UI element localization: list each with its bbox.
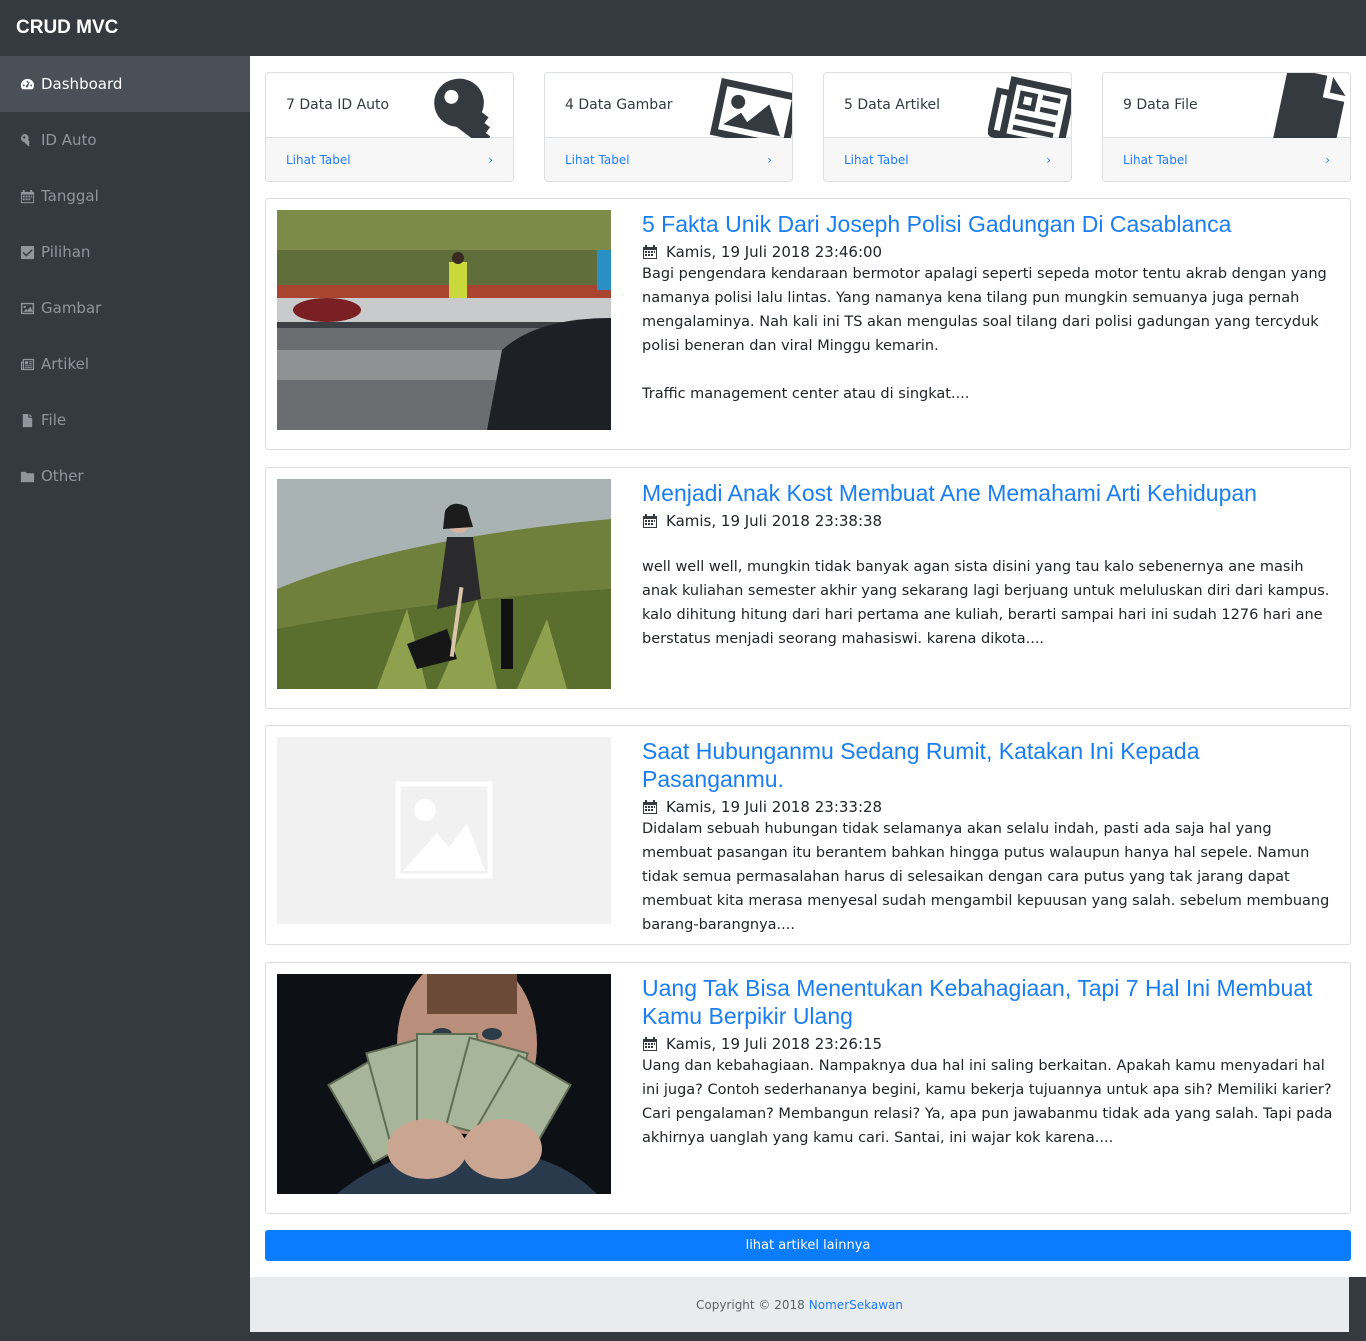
article-date: Kamis, 19 Juli 2018 23:26:15 bbox=[642, 1035, 1338, 1053]
sidebar-item-label: File bbox=[41, 411, 67, 429]
sidebar-item-id-auto[interactable]: ID Auto bbox=[0, 112, 250, 168]
card-title: 7 Data ID Auto bbox=[286, 97, 390, 113]
sidebar-item-artikel[interactable]: Artikel bbox=[0, 336, 250, 392]
file-icon bbox=[18, 412, 36, 428]
card-link[interactable]: Lihat Tabel › bbox=[1103, 138, 1350, 181]
sidebar-item-label: Other bbox=[41, 467, 84, 485]
card-title: 9 Data File bbox=[1123, 97, 1198, 113]
sidebar-item-label: Dashboard bbox=[41, 75, 123, 93]
card-link-label: Lihat Tabel bbox=[565, 153, 630, 167]
chevron-right-icon: › bbox=[488, 153, 493, 167]
article-date: Kamis, 19 Juli 2018 23:46:00 bbox=[642, 243, 1338, 261]
article-date-text: Kamis, 19 Juli 2018 23:38:38 bbox=[666, 512, 883, 530]
card-link-label: Lihat Tabel bbox=[286, 153, 351, 167]
footer-copyright: Copyright © 2018 bbox=[695, 1297, 805, 1312]
more-articles-button[interactable]: lihat artikel lainnya bbox=[265, 1230, 1351, 1261]
dashboard-icon bbox=[18, 76, 36, 92]
article-title[interactable]: Menjadi Anak Kost Membuat Ane Memahami A… bbox=[642, 479, 1338, 507]
chevron-right-icon: › bbox=[1325, 153, 1330, 167]
checkbox-icon bbox=[18, 244, 36, 260]
sidebar-item-label: Artikel bbox=[41, 355, 90, 373]
article-date-text: Kamis, 19 Juli 2018 23:26:15 bbox=[666, 1035, 883, 1053]
main-content: 7 Data ID Auto Lihat Tabel › 4 Data Gamb… bbox=[250, 56, 1366, 1277]
sidebar-item-label: Tanggal bbox=[41, 187, 99, 205]
card-link-label: Lihat Tabel bbox=[844, 153, 909, 167]
card-link[interactable]: Lihat Tabel › bbox=[824, 138, 1071, 181]
sidebar-item-tanggal[interactable]: Tanggal bbox=[0, 168, 250, 224]
article-thumbnail[interactable] bbox=[277, 210, 611, 430]
stat-card-id-auto: 7 Data ID Auto Lihat Tabel › bbox=[265, 72, 514, 182]
calendar-icon bbox=[18, 188, 36, 204]
article-thumbnail[interactable] bbox=[277, 737, 611, 924]
article-excerpt: Uang dan kebahagiaan. Nampaknya dua hal … bbox=[642, 1058, 1333, 1146]
chevron-right-icon: › bbox=[1046, 153, 1051, 167]
article-item: 5 Fakta Unik Dari Joseph Polisi Gadungan… bbox=[265, 198, 1351, 450]
article-date: Kamis, 19 Juli 2018 23:38:38 bbox=[642, 512, 1338, 530]
footer: Copyright © 2018 NomerSekawan bbox=[250, 1277, 1349, 1332]
article-thumbnail[interactable] bbox=[277, 479, 611, 689]
image-placeholder-icon bbox=[395, 781, 493, 879]
calendar-icon bbox=[643, 514, 657, 528]
sidebar-item-dashboard[interactable]: Dashboard bbox=[0, 56, 250, 112]
card-link-label: Lihat Tabel bbox=[1123, 153, 1188, 167]
card-link[interactable]: Lihat Tabel › bbox=[266, 138, 513, 181]
top-navbar: CRUD MVC bbox=[0, 0, 1366, 56]
article-item: Menjadi Anak Kost Membuat Ane Memahami A… bbox=[265, 467, 1351, 709]
article-item: Uang Tak Bisa Menentukan Kebahagiaan, Ta… bbox=[265, 962, 1351, 1214]
article-excerpt: well well well, mungkin tidak banyak aga… bbox=[642, 559, 1330, 647]
calendar-icon bbox=[643, 800, 657, 814]
folder-icon bbox=[18, 468, 36, 484]
article-title[interactable]: Saat Hubunganmu Sedang Rumit, Katakan In… bbox=[642, 737, 1338, 793]
stat-card-artikel: 5 Data Artikel Lihat Tabel › bbox=[823, 72, 1072, 182]
calendar-icon bbox=[643, 1037, 657, 1051]
article-thumbnail[interactable] bbox=[277, 974, 611, 1194]
calendar-icon bbox=[643, 245, 657, 259]
stat-card-gambar: 4 Data Gambar Lihat Tabel › bbox=[544, 72, 793, 182]
footer-link[interactable]: NomerSekawan bbox=[809, 1298, 903, 1312]
sidebar-item-label: ID Auto bbox=[41, 131, 97, 149]
sidebar-item-label: Gambar bbox=[41, 299, 102, 317]
sidebar-item-file[interactable]: File bbox=[0, 392, 250, 448]
card-title: 4 Data Gambar bbox=[565, 97, 673, 113]
article-date: Kamis, 19 Juli 2018 23:33:28 bbox=[642, 798, 1338, 816]
article-title[interactable]: Uang Tak Bisa Menentukan Kebahagiaan, Ta… bbox=[642, 974, 1338, 1030]
sidebar-item-label: Pilihan bbox=[41, 243, 91, 261]
sidebar-item-gambar[interactable]: Gambar bbox=[0, 280, 250, 336]
chevron-right-icon: › bbox=[767, 153, 772, 167]
key-icon bbox=[18, 132, 36, 148]
sidebar: Dashboard ID Auto Tanggal Pilihan Gambar… bbox=[0, 56, 250, 1341]
card-link[interactable]: Lihat Tabel › bbox=[545, 138, 792, 181]
sidebar-item-other[interactable]: Other bbox=[0, 448, 250, 504]
sidebar-item-pilihan[interactable]: Pilihan bbox=[0, 224, 250, 280]
image-icon bbox=[18, 300, 36, 316]
card-title: 5 Data Artikel bbox=[844, 97, 941, 113]
article-title[interactable]: 5 Fakta Unik Dari Joseph Polisi Gadungan… bbox=[642, 210, 1338, 238]
stat-card-file: 9 Data File Lihat Tabel › bbox=[1102, 72, 1351, 182]
article-excerpt: Bagi pengendara kendaraan bermotor apala… bbox=[642, 266, 1327, 402]
newspaper-icon bbox=[18, 356, 36, 372]
article-excerpt: Didalam sebuah hubungan tidak selamanya … bbox=[642, 821, 1330, 933]
article-date-text: Kamis, 19 Juli 2018 23:33:28 bbox=[666, 798, 883, 816]
brand-title[interactable]: CRUD MVC bbox=[16, 17, 118, 39]
article-item: Saat Hubunganmu Sedang Rumit, Katakan In… bbox=[265, 725, 1351, 945]
article-date-text: Kamis, 19 Juli 2018 23:46:00 bbox=[666, 243, 883, 261]
